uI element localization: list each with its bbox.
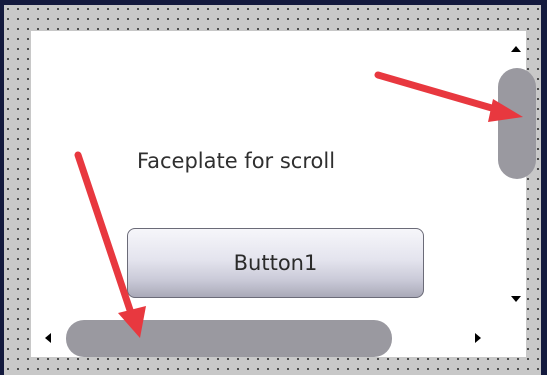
window-frame-top xyxy=(0,0,547,5)
button1-label: Button1 xyxy=(233,251,318,275)
window-frame-right xyxy=(541,0,547,375)
faceplate-title: Faceplate for scroll xyxy=(136,149,336,173)
scroll-down-arrow-icon[interactable] xyxy=(511,296,521,302)
button1[interactable]: Button1 xyxy=(127,228,424,298)
window-frame-left xyxy=(0,0,4,375)
vertical-scrollbar-thumb[interactable] xyxy=(498,68,536,179)
horizontal-scrollbar-thumb[interactable] xyxy=(66,320,392,357)
scroll-up-arrow-icon[interactable] xyxy=(511,46,521,52)
scroll-right-arrow-icon[interactable] xyxy=(475,333,481,343)
scroll-left-arrow-icon[interactable] xyxy=(45,333,51,343)
scroll-faceplate: Faceplate for scroll Button1 xyxy=(31,31,536,357)
